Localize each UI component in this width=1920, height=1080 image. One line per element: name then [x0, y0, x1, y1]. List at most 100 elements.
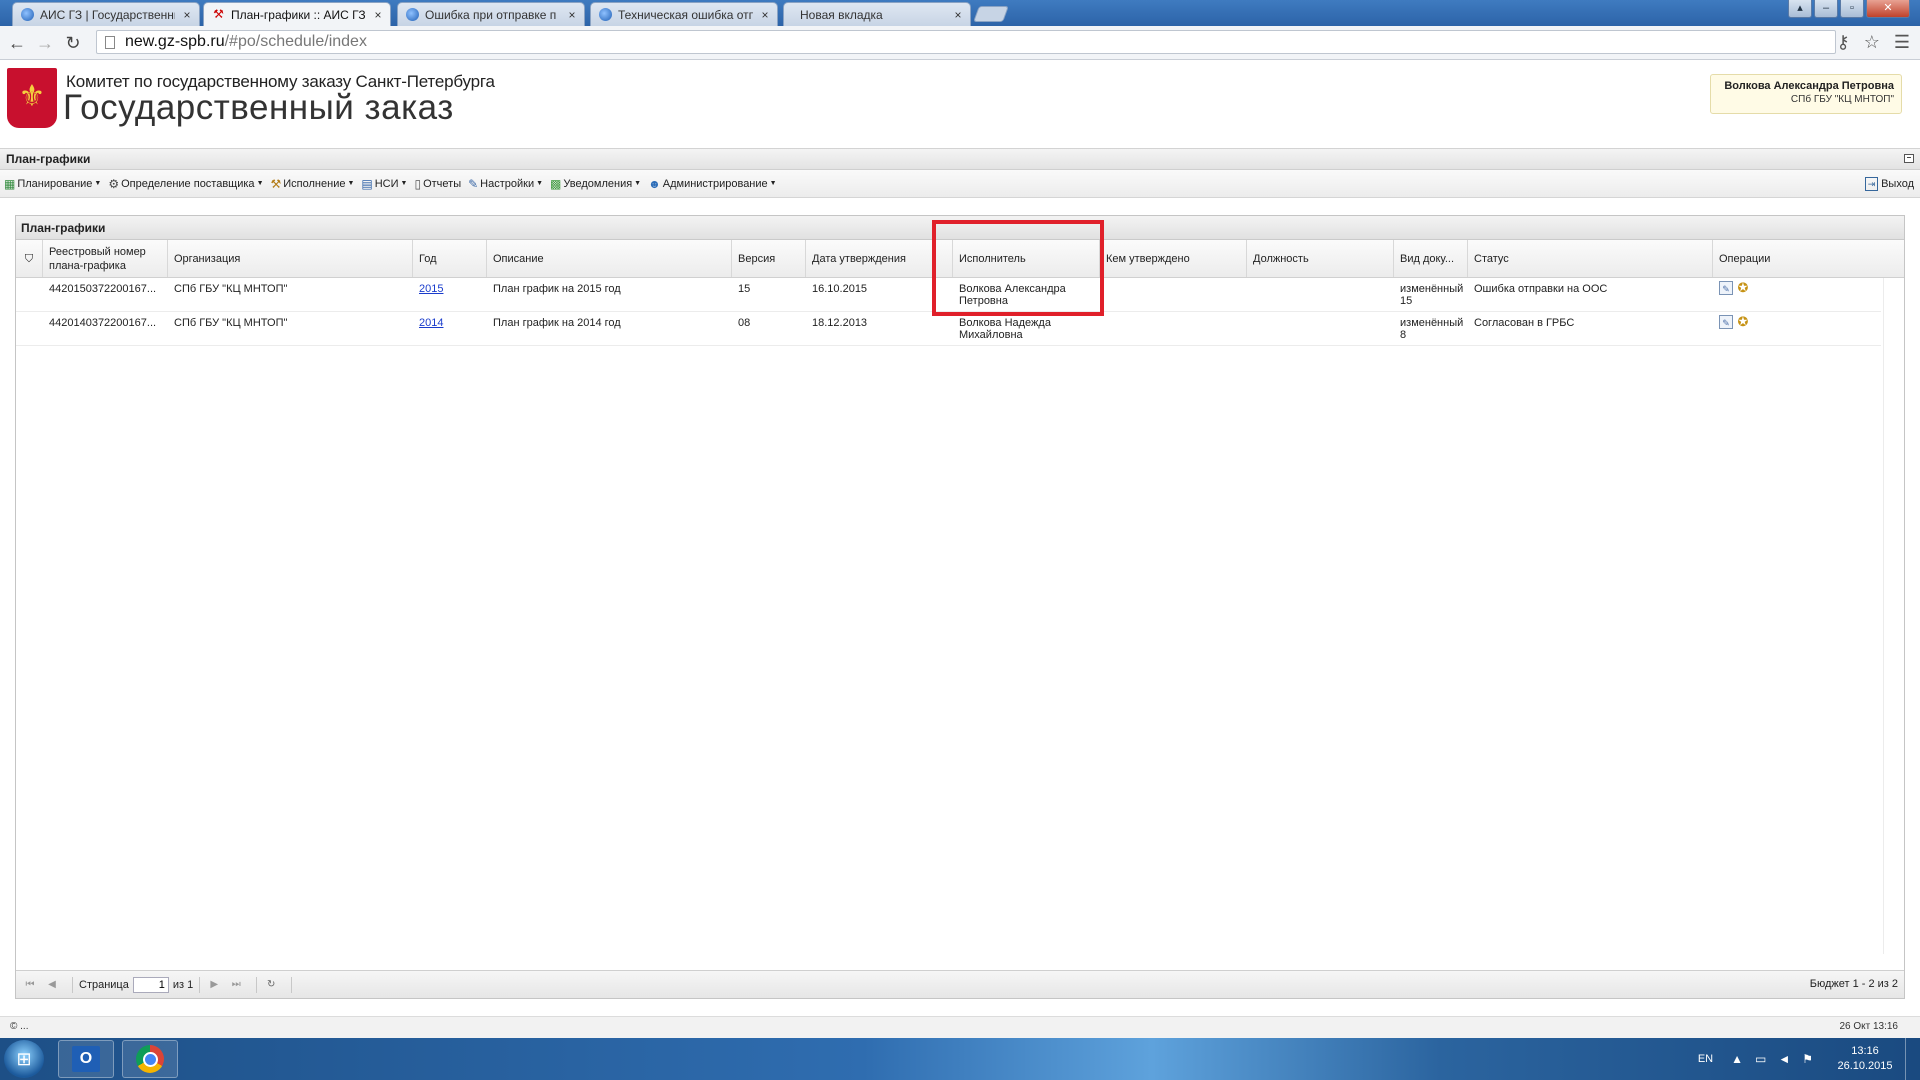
year-link[interactable]: 2015	[419, 283, 443, 295]
status-datetime: 26 Окт 13:16	[1839, 1021, 1898, 1032]
ie-globe-icon	[599, 8, 612, 21]
refresh-icon[interactable]: ↻	[263, 977, 279, 993]
cell-approved-by	[1100, 312, 1247, 345]
tray-expand-icon[interactable]: ▲	[1731, 1052, 1743, 1066]
prev-page-icon[interactable]: ◀	[44, 977, 60, 993]
cell-executor: Волкова Надежда Михайловна	[959, 317, 1051, 341]
forward-arrow-icon[interactable]: →	[34, 32, 56, 54]
toolbar-separator	[256, 976, 258, 993]
cell-reg-number: 4420140372200167...	[49, 317, 157, 329]
minimize-icon[interactable]: –	[1814, 0, 1838, 18]
column-header-version[interactable]: Версия	[732, 240, 806, 277]
column-header-approval-date[interactable]: Дата утверждения	[806, 240, 953, 277]
ie-globe-icon	[406, 8, 419, 21]
site-title: Государственный заказ	[63, 88, 454, 127]
toolbar-separator	[199, 976, 201, 993]
collapse-icon[interactable]: –	[1904, 154, 1914, 163]
paging-summary: Бюджет 1 - 2 из 2	[1809, 978, 1898, 990]
url-input[interactable]: new.gz-spb.ru/#po/schedule/index	[96, 30, 1836, 54]
maximize-icon[interactable]: ▫	[1840, 0, 1864, 18]
cell-version: 08	[738, 317, 751, 329]
emblem-sign-icon[interactable]: ✪	[1736, 315, 1750, 329]
column-header-description[interactable]: Описание	[487, 240, 732, 277]
close-icon[interactable]: ×	[759, 8, 771, 22]
menu-item-reports[interactable]: ▯ Отчеты	[414, 177, 461, 191]
menu-item-label: Уведомления	[563, 177, 633, 190]
new-tab-button[interactable]	[973, 6, 1009, 22]
grid-header: ⛉ Реестровый номер плана-графика Организ…	[16, 240, 1904, 278]
user-info-box[interactable]: Волкова Александра Петровна СПб ГБУ "КЦ …	[1710, 74, 1902, 114]
user-name: Волкова Александра Петровна	[1724, 80, 1894, 92]
browser-tab-ais-gz[interactable]: АИС ГЗ | Государственны ×	[12, 2, 200, 26]
star-icon[interactable]: ☆	[1864, 32, 1880, 53]
table-row[interactable]: 4420150372200167... СПб ГБУ "КЦ МНТОП" 2…	[16, 278, 1881, 312]
execution-icon: ⚒	[270, 176, 282, 191]
page-number-input[interactable]	[132, 976, 169, 993]
reload-icon[interactable]: ↻	[62, 32, 84, 54]
close-icon[interactable]: ×	[566, 8, 578, 22]
section-title-bar: План-графики –	[0, 148, 1920, 170]
exit-button[interactable]: ⇥ Выход	[1865, 177, 1914, 191]
menu-item-execution[interactable]: ⚒ Исполнение ▼	[271, 177, 355, 191]
toolbar-separator	[72, 976, 73, 993]
grid-panel-title: План-графики	[16, 216, 1904, 240]
language-indicator[interactable]: EN	[1698, 1053, 1713, 1065]
browser-tab-send-error[interactable]: Ошибка при отправке п ×	[397, 2, 585, 26]
menu-icon[interactable]: ☰	[1894, 32, 1910, 53]
filter-icon[interactable]: ⛉	[16, 240, 43, 277]
key-icon[interactable]: ⚷	[1837, 32, 1850, 53]
menu-item-planning[interactable]: ▦ Планирование ▼	[4, 177, 101, 191]
tab-title: Техническая ошибка отп	[618, 7, 753, 22]
edit-document-icon[interactable]: ✎	[1719, 315, 1733, 329]
first-page-icon[interactable]: ⏮	[22, 977, 38, 993]
windows-start-icon[interactable]: ⊞	[4, 1040, 44, 1078]
grid-scrollbar[interactable]	[1883, 278, 1903, 954]
column-header-reg-number[interactable]: Реестровый номер плана-графика	[43, 240, 168, 277]
cell-organization: СПб ГБУ "КЦ МНТОП"	[174, 283, 288, 295]
browser-tab-new[interactable]: Новая вкладка ×	[783, 2, 971, 26]
menu-item-supplier[interactable]: ⚙ Определение поставщика ▼	[108, 177, 263, 191]
menu-item-label: Настройки	[480, 177, 535, 190]
exit-label: Выход	[1881, 178, 1914, 190]
cell-operations: ✎ ✪	[1713, 312, 1881, 345]
close-icon[interactable]: ×	[952, 8, 964, 22]
window-close-icon[interactable]: ✕	[1866, 0, 1910, 18]
column-header-status[interactable]: Статус	[1468, 240, 1713, 277]
year-link[interactable]: 2014	[419, 317, 443, 329]
taskbar-chrome[interactable]	[122, 1040, 178, 1078]
volume-muted-icon[interactable]: ◄	[1778, 1052, 1790, 1066]
show-desktop-button[interactable]	[1905, 1038, 1920, 1080]
close-icon[interactable]: ×	[181, 8, 193, 22]
cell-status: Ошибка отправки на ООС	[1474, 283, 1608, 295]
edit-document-icon[interactable]: ✎	[1719, 281, 1733, 295]
browser-tab-schedules[interactable]: ⚒ План-графики :: АИС ГЗ ×	[203, 2, 391, 26]
menu-item-administration[interactable]: ☻ Администрирование ▼	[648, 177, 776, 191]
url-host: new.gz-spb.ru	[125, 33, 225, 50]
page-count-label: из 1	[172, 978, 194, 991]
network-icon[interactable]: ▭	[1755, 1052, 1766, 1066]
tray-clock[interactable]: 13:16 26.10.2015	[1829, 1044, 1901, 1074]
column-header-position[interactable]: Должность	[1247, 240, 1394, 277]
taskbar-outlook[interactable]: O	[58, 1040, 114, 1078]
url-path: /#po/schedule/index	[224, 33, 367, 50]
next-page-icon[interactable]: ▶	[206, 977, 222, 993]
browser-tab-tech-error[interactable]: Техническая ошибка отп ×	[590, 2, 778, 26]
table-row[interactable]: 4420140372200167... СПб ГБУ "КЦ МНТОП" 2…	[16, 312, 1881, 346]
emblem-sign-icon[interactable]: ✪	[1736, 281, 1750, 295]
column-header-year[interactable]: Год	[413, 240, 487, 277]
menu-item-settings[interactable]: ✎ Настройки ▼	[468, 177, 543, 191]
menu-item-nsi[interactable]: ▤ НСИ ▼	[361, 177, 407, 191]
admin-user-icon: ☻	[648, 176, 661, 191]
column-header-doc-type[interactable]: Вид доку...	[1394, 240, 1468, 277]
column-header-approved-by[interactable]: Кем утверждено	[1100, 240, 1247, 277]
close-icon[interactable]: ×	[372, 8, 384, 22]
last-page-icon[interactable]: ⏭	[228, 977, 244, 993]
column-header-operations[interactable]: Операции	[1713, 240, 1904, 277]
column-header-organization[interactable]: Организация	[168, 240, 413, 277]
menu-item-notifications[interactable]: ▩ Уведомления ▼	[550, 177, 641, 191]
column-header-executor[interactable]: Исполнитель	[953, 240, 1100, 277]
user-profile-icon[interactable]: ▴	[1788, 0, 1812, 18]
copyright-text: © ...	[10, 1021, 29, 1032]
back-arrow-icon[interactable]: ←	[6, 32, 28, 54]
action-center-flag-icon[interactable]: ⚑	[1802, 1052, 1813, 1066]
